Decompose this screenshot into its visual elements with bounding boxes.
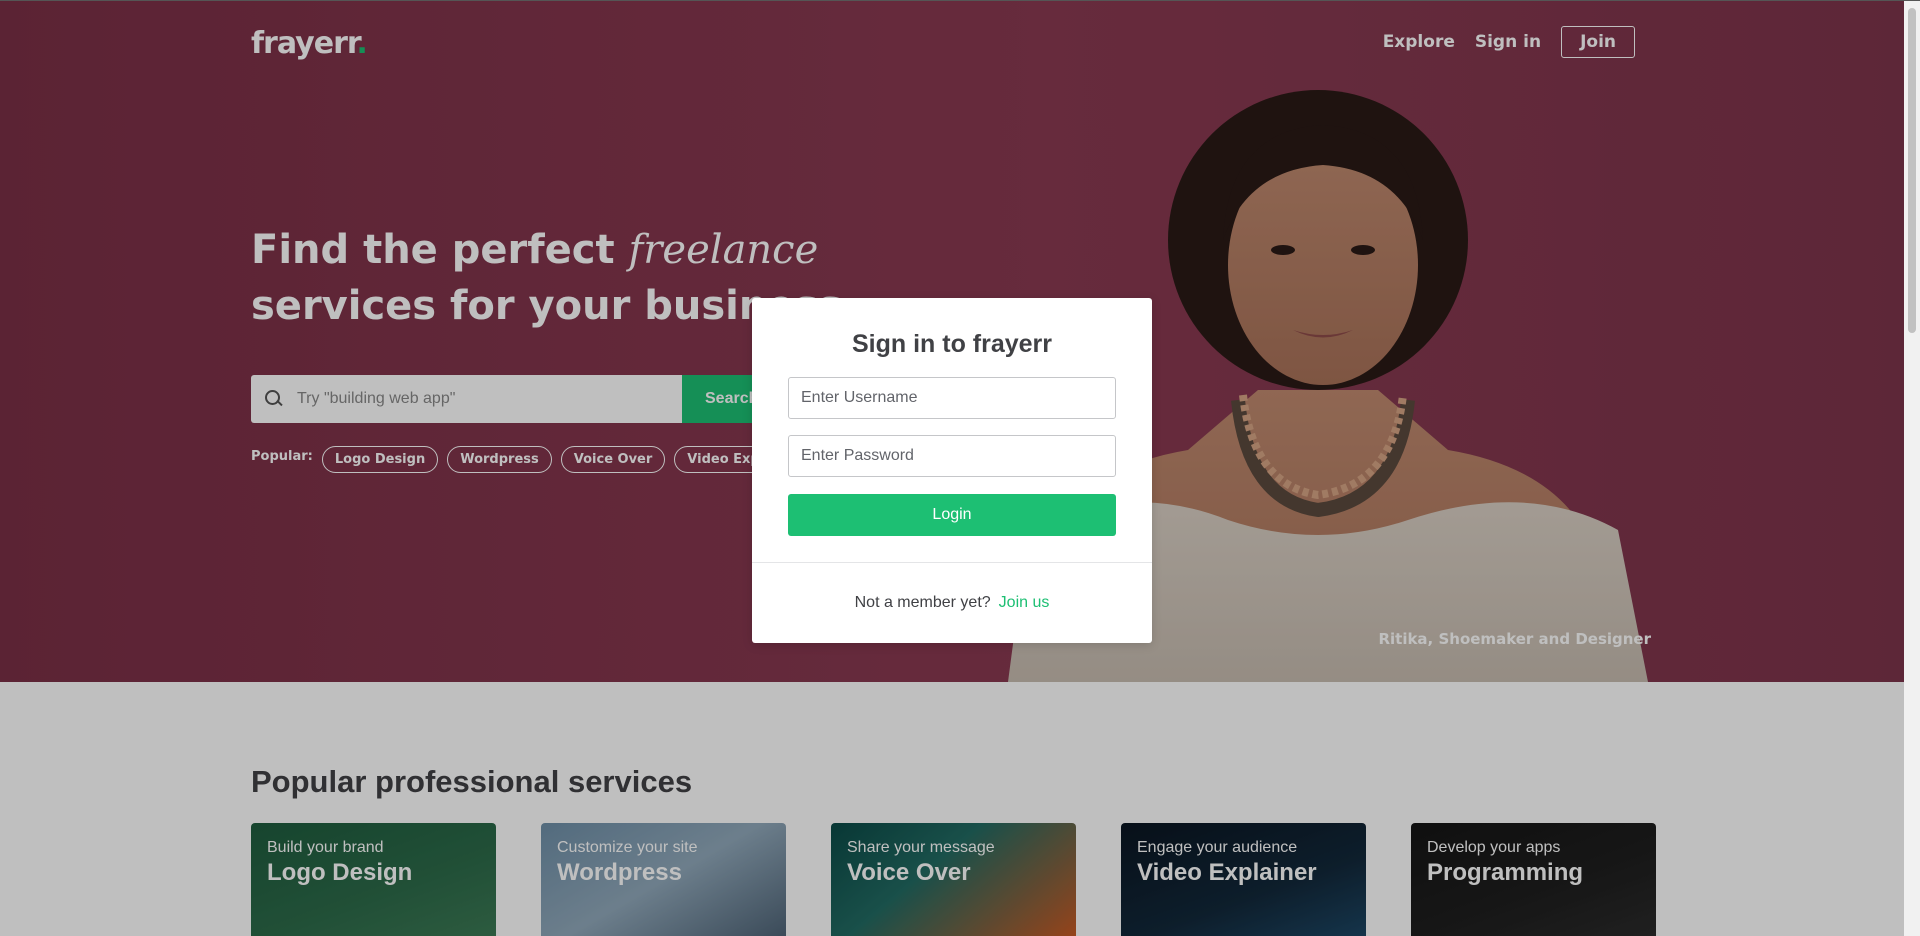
sign-in-modal: Sign in to frayerr Login Not a member ye… — [752, 298, 1152, 643]
footer-text: Not a member yet? — [854, 594, 991, 611]
modal-footer: Not a member yet? Join us — [752, 594, 1152, 612]
modal-divider — [752, 562, 1152, 563]
scrollbar-thumb[interactable] — [1908, 8, 1916, 333]
modal-title: Sign in to frayerr — [851, 330, 1053, 358]
window-top-border — [0, 0, 1920, 1]
password-field[interactable] — [788, 435, 1116, 477]
username-field[interactable] — [788, 377, 1116, 419]
page-scrollbar[interactable] — [1904, 0, 1920, 936]
login-button[interactable]: Login — [788, 494, 1116, 536]
join-us-link[interactable]: Join us — [999, 594, 1050, 611]
